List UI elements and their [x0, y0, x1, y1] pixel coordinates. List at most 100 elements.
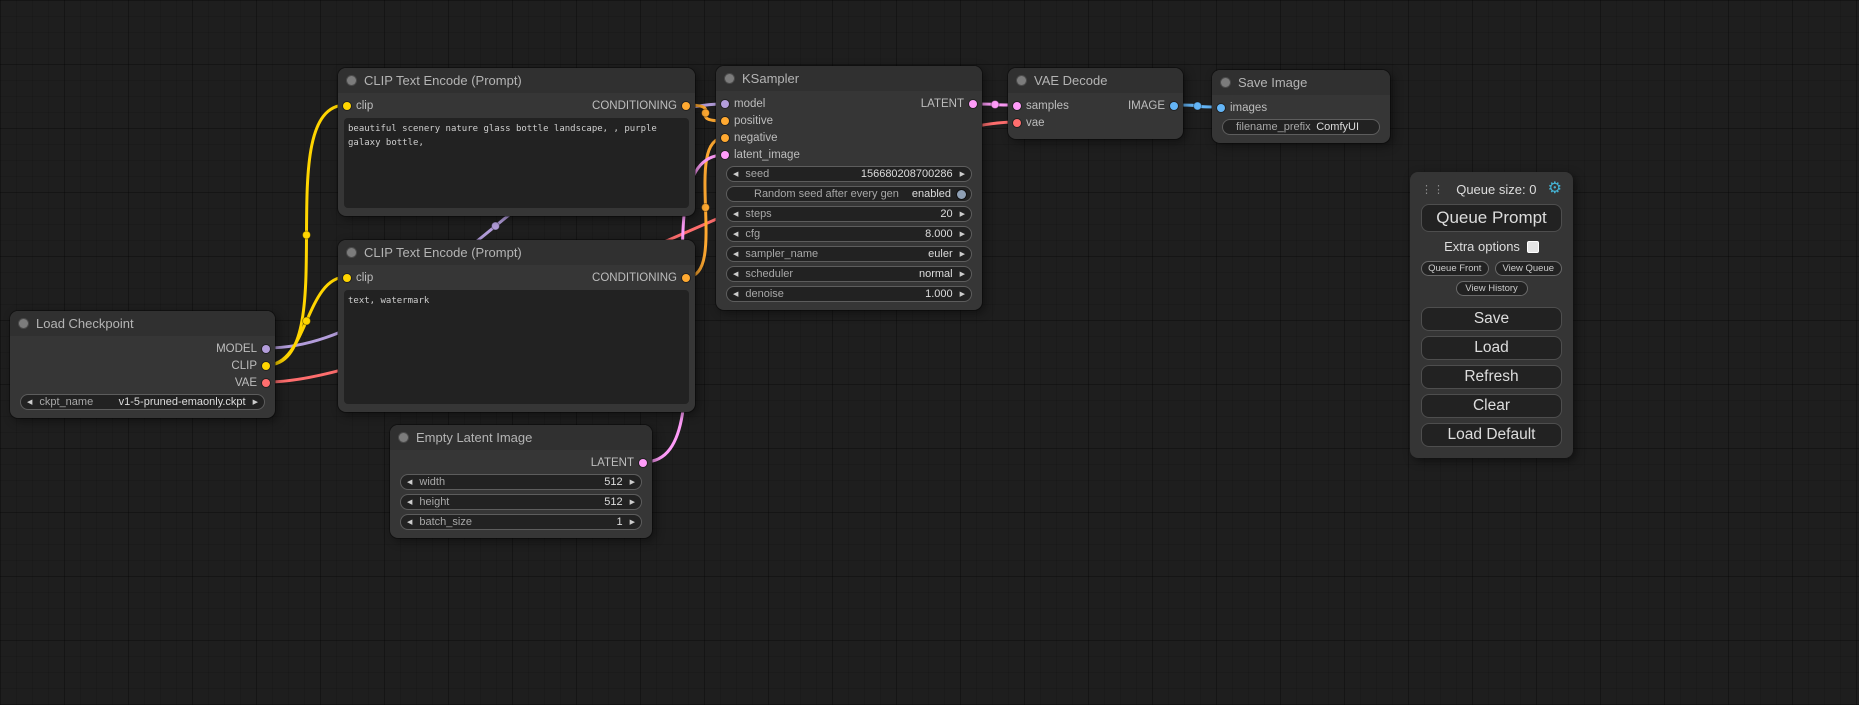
menu-drag-handle-icon[interactable]: ⋮⋮: [1421, 183, 1445, 196]
increment-arrow-icon[interactable]: ▶: [960, 211, 965, 218]
input-dot-clip[interactable]: [343, 102, 351, 110]
output-dot-clip[interactable]: [262, 362, 270, 370]
node-title-bar[interactable]: VAE Decode: [1008, 68, 1183, 93]
output-dot-image[interactable]: [1170, 102, 1178, 110]
output-dot-conditioning[interactable]: [682, 102, 690, 110]
node-clip-text-encode-negative[interactable]: CLIP Text Encode (Prompt) clip CONDITION…: [338, 240, 695, 412]
node-title: Save Image: [1238, 75, 1307, 90]
node-title-bar[interactable]: CLIP Text Encode (Prompt): [338, 240, 695, 265]
node-title-bar[interactable]: Empty Latent Image: [390, 425, 652, 450]
slot-row: VAE: [10, 374, 275, 391]
input-dot-latent-image[interactable]: [721, 151, 729, 159]
save-button[interactable]: Save: [1421, 307, 1562, 331]
widget-height[interactable]: ◀ height 512 ▶: [400, 494, 642, 510]
load-default-button[interactable]: Load Default: [1421, 423, 1562, 447]
queue-prompt-button[interactable]: Queue Prompt: [1421, 204, 1562, 232]
decrement-arrow-icon[interactable]: ◀: [27, 399, 32, 406]
decrement-arrow-icon[interactable]: ◀: [733, 211, 738, 218]
link-checkpoint-clip-to-positive-encode: [267, 105, 346, 365]
increment-arrow-icon[interactable]: ▶: [960, 291, 965, 298]
refresh-button[interactable]: Refresh: [1421, 365, 1562, 389]
node-collapse-dot[interactable]: [399, 433, 408, 442]
view-history-button[interactable]: View History: [1456, 281, 1528, 296]
slot-row: MODEL: [10, 340, 275, 357]
node-title-bar[interactable]: Load Checkpoint: [10, 311, 275, 336]
link-midpoint-ksampler-latent-to-vae-decode: [991, 101, 999, 109]
link-midpoint-checkpoint-clip-to-positive-encode: [303, 231, 311, 239]
input-dot-negative[interactable]: [721, 134, 729, 142]
link-midpoint-checkpoint-model-to-ksampler: [492, 222, 500, 230]
widget-scheduler[interactable]: ◀ scheduler normal ▶: [726, 266, 972, 282]
load-button[interactable]: Load: [1421, 336, 1562, 360]
positive-prompt-textarea[interactable]: beautiful scenery nature glass bottle la…: [344, 118, 689, 208]
increment-arrow-icon[interactable]: ▶: [960, 271, 965, 278]
output-dot-vae[interactable]: [262, 379, 270, 387]
node-empty-latent-image[interactable]: Empty Latent Image LATENT ◀ width 512 ▶ …: [390, 425, 652, 538]
node-title-bar[interactable]: KSampler: [716, 66, 982, 91]
node-load-checkpoint[interactable]: Load Checkpoint MODEL CLIP VAE ◀ ckpt_na…: [10, 311, 275, 418]
widget-random-seed-toggle[interactable]: Random seed after every gen enabled: [726, 186, 972, 202]
node-title-bar[interactable]: CLIP Text Encode (Prompt): [338, 68, 695, 93]
decrement-arrow-icon[interactable]: ◀: [733, 291, 738, 298]
settings-gear-icon[interactable]: ⚙: [1548, 181, 1562, 197]
widget-cfg[interactable]: ◀ cfg 8.000 ▶: [726, 226, 972, 242]
output-dot-conditioning[interactable]: [682, 274, 690, 282]
decrement-arrow-icon[interactable]: ◀: [733, 171, 738, 178]
increment-arrow-icon[interactable]: ▶: [253, 399, 258, 406]
view-queue-button[interactable]: View Queue: [1495, 261, 1563, 276]
node-title-bar[interactable]: Save Image: [1212, 70, 1390, 95]
increment-arrow-icon[interactable]: ▶: [960, 171, 965, 178]
extra-options-label: Extra options: [1444, 239, 1520, 254]
output-dot-latent[interactable]: [639, 459, 647, 467]
node-graph-canvas[interactable]: Load Checkpoint MODEL CLIP VAE ◀ ckpt_na…: [0, 0, 1859, 705]
widget-batch-size[interactable]: ◀ batch_size 1 ▶: [400, 514, 642, 530]
slot-row: images: [1212, 99, 1390, 116]
slot-row: CLIP: [10, 357, 275, 374]
link-midpoint-negative-conditioning-to-ksampler: [702, 204, 710, 212]
decrement-arrow-icon[interactable]: ◀: [407, 499, 412, 506]
decrement-arrow-icon[interactable]: ◀: [733, 271, 738, 278]
widget-ckpt-name[interactable]: ◀ ckpt_name v1-5-pruned-emaonly.ckpt ▶: [20, 394, 265, 410]
widget-width[interactable]: ◀ width 512 ▶: [400, 474, 642, 490]
node-title: Empty Latent Image: [416, 430, 532, 445]
input-dot-samples[interactable]: [1013, 102, 1021, 110]
output-dot-latent[interactable]: [969, 100, 977, 108]
increment-arrow-icon[interactable]: ▶: [630, 479, 635, 486]
node-collapse-dot[interactable]: [725, 74, 734, 83]
queue-front-button[interactable]: Queue Front: [1421, 261, 1489, 276]
toggle-knob[interactable]: [957, 190, 966, 199]
node-clip-text-encode-positive[interactable]: CLIP Text Encode (Prompt) clip CONDITION…: [338, 68, 695, 216]
node-collapse-dot[interactable]: [347, 76, 356, 85]
increment-arrow-icon[interactable]: ▶: [630, 499, 635, 506]
widget-sampler-name[interactable]: ◀ sampler_name euler ▶: [726, 246, 972, 262]
input-dot-images[interactable]: [1217, 104, 1225, 112]
node-collapse-dot[interactable]: [1221, 78, 1230, 87]
input-dot-vae[interactable]: [1013, 119, 1021, 127]
node-save-image[interactable]: Save Image images filename_prefix ComfyU…: [1212, 70, 1390, 143]
node-ksampler[interactable]: KSampler model LATENT positive negative …: [716, 66, 982, 310]
input-dot-positive[interactable]: [721, 117, 729, 125]
widget-seed[interactable]: ◀ seed 156680208700286 ▶: [726, 166, 972, 182]
increment-arrow-icon[interactable]: ▶: [630, 519, 635, 526]
extra-options-checkbox[interactable]: [1527, 241, 1539, 253]
increment-arrow-icon[interactable]: ▶: [960, 251, 965, 258]
decrement-arrow-icon[interactable]: ◀: [407, 479, 412, 486]
link-midpoint-checkpoint-clip-to-negative-encode: [303, 317, 311, 325]
input-dot-clip[interactable]: [343, 274, 351, 282]
widget-denoise[interactable]: ◀ denoise 1.000 ▶: [726, 286, 972, 302]
decrement-arrow-icon[interactable]: ◀: [407, 519, 412, 526]
widget-steps[interactable]: ◀ steps 20 ▶: [726, 206, 972, 222]
node-vae-decode[interactable]: VAE Decode samples IMAGE vae: [1008, 68, 1183, 139]
node-title: CLIP Text Encode (Prompt): [364, 245, 522, 260]
increment-arrow-icon[interactable]: ▶: [960, 231, 965, 238]
node-collapse-dot[interactable]: [19, 319, 28, 328]
decrement-arrow-icon[interactable]: ◀: [733, 251, 738, 258]
output-dot-model[interactable]: [262, 345, 270, 353]
decrement-arrow-icon[interactable]: ◀: [733, 231, 738, 238]
clear-button[interactable]: Clear: [1421, 394, 1562, 418]
node-collapse-dot[interactable]: [347, 248, 356, 257]
input-dot-model[interactable]: [721, 100, 729, 108]
widget-filename-prefix[interactable]: filename_prefix ComfyUI: [1222, 119, 1380, 135]
node-collapse-dot[interactable]: [1017, 76, 1026, 85]
negative-prompt-textarea[interactable]: text, watermark: [344, 290, 689, 404]
